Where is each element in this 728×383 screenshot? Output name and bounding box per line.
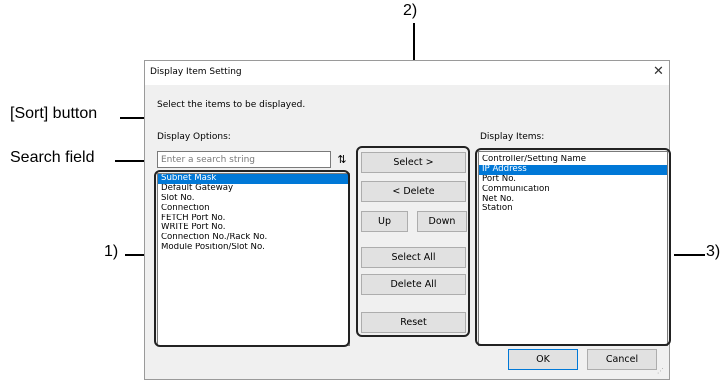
annotation-search-field: Search field (10, 149, 95, 166)
sort-icon[interactable]: ⇅ (334, 151, 350, 168)
annotation-sort-button: [Sort] button (10, 105, 98, 122)
highlight-center-buttons (356, 146, 470, 337)
annotation-1: 1) (104, 243, 119, 260)
search-input[interactable] (157, 151, 331, 168)
highlight-display-options-list (154, 170, 350, 347)
leader-line-3 (674, 254, 705, 256)
cancel-button[interactable]: Cancel (587, 349, 657, 370)
instruction-text: Select the items to be displayed. (157, 100, 306, 110)
title-bar: Display Item Setting ✕ (145, 61, 669, 85)
annotation-2: 2) (403, 2, 418, 19)
ok-button[interactable]: OK (508, 349, 578, 370)
resize-grip-icon[interactable]: ⋰ (657, 366, 667, 376)
display-options-label: Display Options: (157, 132, 231, 142)
close-icon[interactable]: ✕ (653, 64, 664, 80)
annotation-3: 3) (706, 243, 721, 260)
dialog-title: Display Item Setting (150, 67, 242, 77)
display-items-label: Display Items: (480, 132, 545, 142)
highlight-display-items-list (475, 148, 671, 346)
